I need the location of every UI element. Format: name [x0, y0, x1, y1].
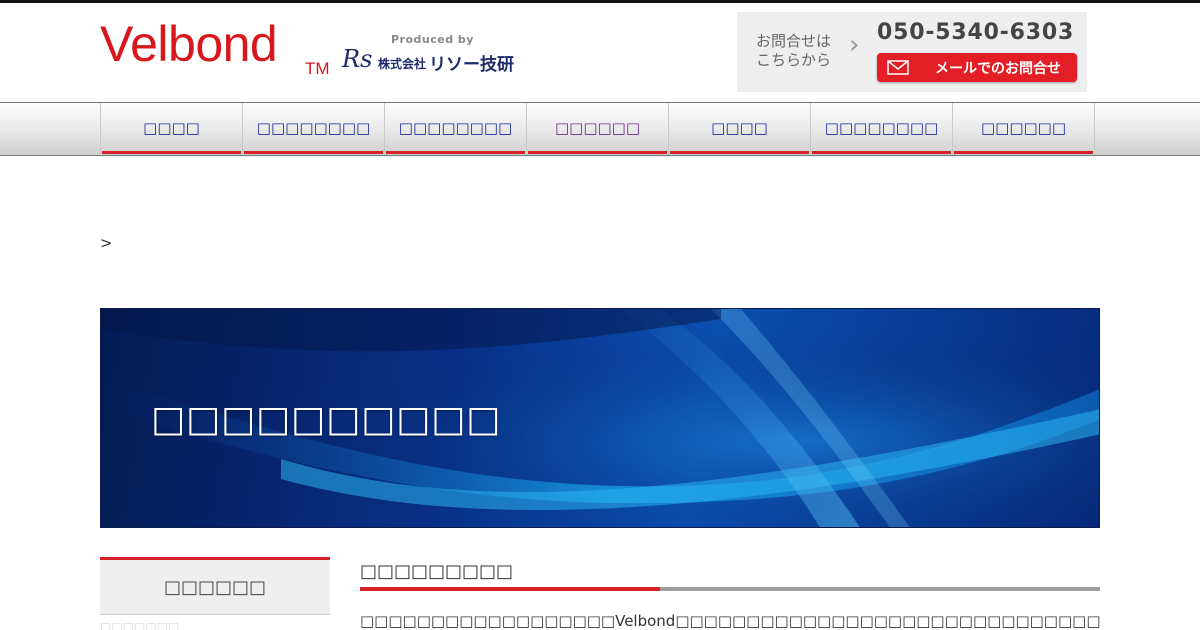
nav-item-2[interactable]: □□□□□□□□ [243, 103, 385, 155]
sidebar-heading-box: □□□□□□ [100, 557, 330, 615]
sidebar-title: □□□□□□ [163, 577, 267, 598]
produced-by-label: Produced by [391, 33, 474, 46]
contact-box: お問合せは こちらから › 050-5340-6303 メールでのお問合せ [737, 12, 1087, 92]
global-nav: □□□□ □□□□□□□□ □□□□□□□□ □□□□□□ □□□□ □□□□□… [0, 102, 1200, 156]
company-logo-mark: Rs [342, 45, 373, 73]
chevron-right-icon: › [849, 30, 860, 60]
nav-item-label: □□□□□□□□ [256, 119, 371, 137]
brand-logo[interactable]: Velbond [100, 19, 278, 69]
nav-item-label: □□□□ [711, 119, 768, 137]
breadcrumb[interactable]: > [100, 234, 113, 252]
nav-item-3[interactable]: □□□□□□□□ [385, 103, 527, 155]
mail-contact-button[interactable]: メールでのお問合せ [877, 53, 1077, 82]
hero-title: □□□□□□□□□□ [151, 399, 502, 440]
nav-item-6[interactable]: □□□□□□□□ [811, 103, 953, 155]
sidebar-faded-item[interactable]: □□□□□□□ [100, 620, 179, 630]
nav-item-1[interactable]: □□□□ [101, 103, 243, 155]
nav-item-label: □□□□ [143, 119, 200, 137]
heading-underline-red [360, 587, 660, 591]
mail-button-label: メールでのお問合せ [935, 61, 1061, 77]
contact-label: お問合せは こちらから [756, 32, 832, 69]
nav-item-7[interactable]: □□□□□□ [953, 103, 1095, 155]
body-text: □□□□□□□□□□□□□□□□□□Velbond□□□□□□□□□□□□□□□… [360, 612, 1100, 630]
envelope-icon [887, 60, 909, 75]
nav-item-label: □□□□□□ [980, 119, 1067, 137]
phone-number[interactable]: 050-5340-6303 [877, 20, 1074, 45]
nav-item-5[interactable]: □□□□ [669, 103, 811, 155]
nav-list: □□□□ □□□□□□□□ □□□□□□□□ □□□□□□ □□□□ □□□□□… [100, 103, 1095, 155]
hero-banner: □□□□□□□□□□ [100, 308, 1100, 528]
nav-item-label: □□□□□□□□ [824, 119, 939, 137]
section-heading: □□□□□□□□□ [360, 561, 514, 582]
site-header: Velbond TM Produced by Rs 株式会社 リソー技研 お問合… [0, 3, 1200, 102]
nav-item-label: □□□□□□□□ [398, 119, 513, 137]
trademark-mark: TM [305, 59, 330, 78]
nav-item-4-active[interactable]: □□□□□□ [527, 103, 669, 155]
company-prefix: 株式会社 [378, 57, 427, 71]
company-name[interactable]: リソー技研 [429, 50, 514, 75]
nav-item-label: □□□□□□ [554, 119, 641, 137]
